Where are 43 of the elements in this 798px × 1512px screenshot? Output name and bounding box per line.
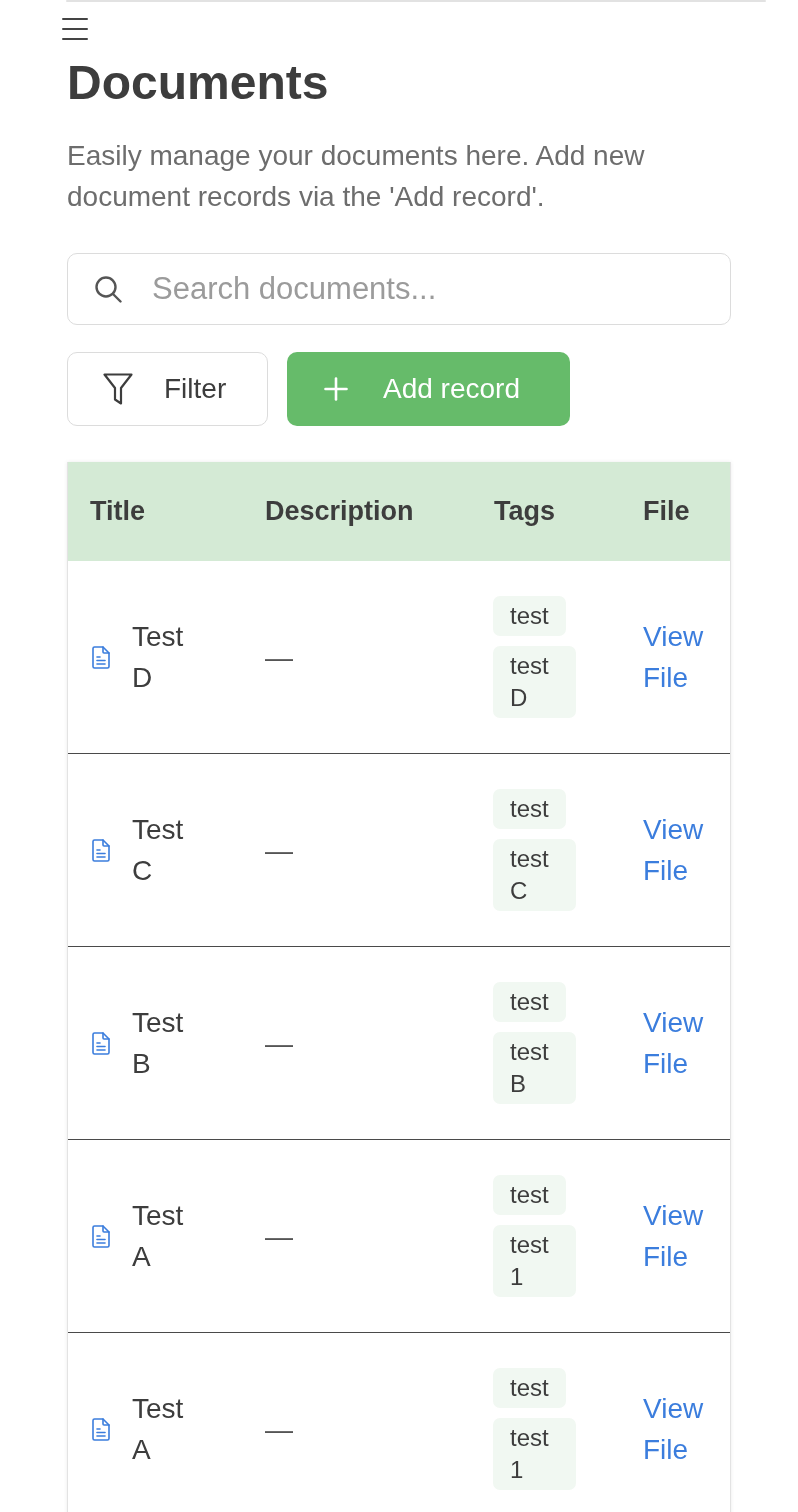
page-description: Easily manage your documents here. Add new document records via the 'Add record'. — [67, 139, 646, 214]
search-field[interactable]: Search documents... — [67, 253, 731, 325]
description-text: — — [265, 833, 293, 868]
menu-icon[interactable] — [62, 17, 88, 41]
document-title: Test B — [132, 1006, 185, 1081]
view-file-link[interactable]: View File — [643, 809, 720, 891]
tag: test — [493, 789, 566, 829]
column-header: File — [643, 496, 690, 527]
view-file-link[interactable]: View File — [643, 616, 720, 698]
view-file-link[interactable]: View File — [643, 1195, 720, 1277]
tag: test — [493, 1175, 566, 1215]
tag: test D — [493, 646, 576, 718]
tag: test B — [493, 1032, 576, 1104]
tag: test 1 — [493, 1225, 576, 1297]
column-header: Tags — [494, 496, 555, 527]
document-title: Test A — [132, 1199, 185, 1274]
tag: test 1 — [493, 1418, 576, 1490]
filter-icon — [103, 373, 133, 405]
document-title: Test A — [132, 1392, 185, 1467]
description-text: — — [265, 1219, 293, 1254]
document-title: Test D — [132, 620, 185, 695]
add-record-button[interactable]: Add record — [287, 352, 570, 426]
column-header: Title — [90, 496, 145, 527]
filter-button[interactable]: Filter — [67, 352, 268, 426]
document-title: Test C — [132, 813, 185, 888]
tag: test — [493, 1368, 566, 1408]
document-icon — [92, 1031, 110, 1055]
description-text: — — [265, 1412, 293, 1447]
column-header: Description — [265, 496, 414, 527]
document-icon — [92, 645, 110, 669]
tag: test — [493, 596, 566, 636]
document-icon — [92, 838, 110, 862]
view-file-link[interactable]: View File — [643, 1388, 720, 1470]
page-title: Documents — [67, 55, 330, 111]
description-text: — — [265, 1026, 293, 1061]
tag: test C — [493, 839, 576, 911]
description-text: — — [265, 640, 293, 675]
view-file-link[interactable]: View File — [643, 1002, 720, 1084]
document-icon — [92, 1224, 110, 1248]
search-icon — [95, 276, 122, 303]
tag: test — [493, 982, 566, 1022]
document-icon — [92, 1417, 110, 1441]
plus-icon — [324, 377, 348, 401]
